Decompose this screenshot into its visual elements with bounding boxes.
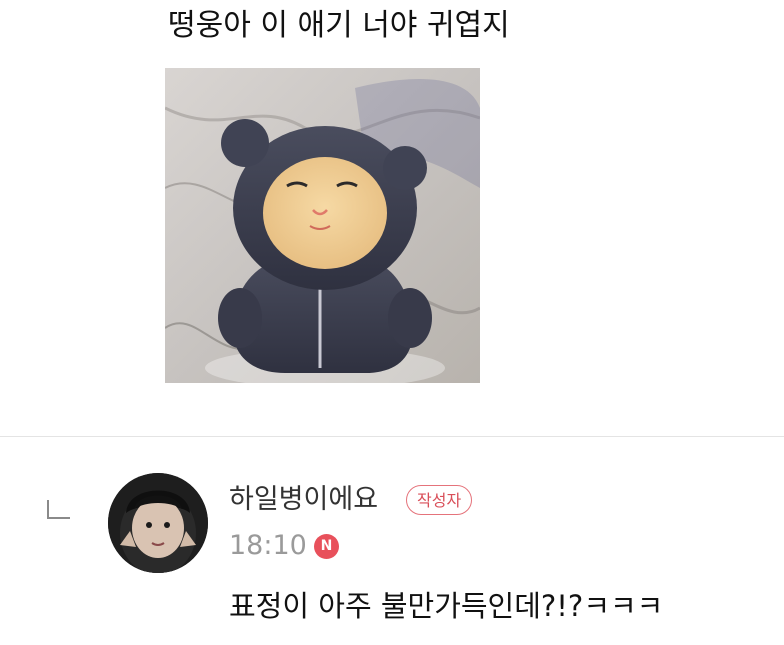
comment-time: 18:10 — [229, 530, 307, 561]
post-image[interactable] — [165, 68, 480, 383]
comment-text: 표정이 아주 불만가득인데?!?ㅋㅋㅋ — [229, 589, 664, 623]
avatar-photo — [108, 473, 208, 573]
avatar[interactable] — [108, 473, 208, 573]
new-badge: N — [314, 534, 339, 559]
doll-photo-illustration — [165, 68, 480, 383]
post-text: 떵웅아 이 애기 너야 귀엽지 — [168, 8, 510, 43]
reply-arrow-icon — [46, 500, 70, 520]
author-badge: 작성자 — [406, 485, 473, 515]
divider — [0, 436, 784, 437]
author-name[interactable]: 하일병이에요 — [229, 480, 378, 520]
